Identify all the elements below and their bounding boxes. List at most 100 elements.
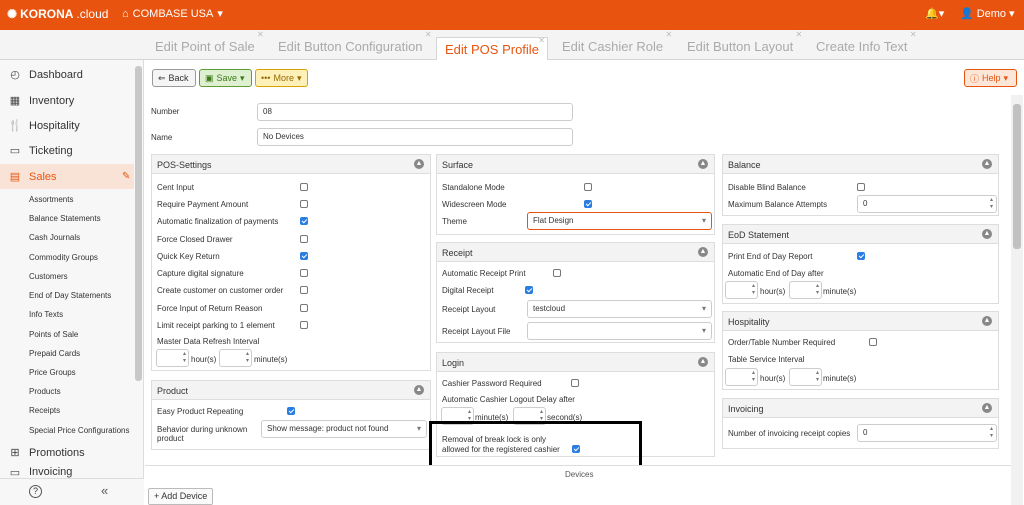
help-circle-icon[interactable]: ? <box>29 485 42 498</box>
close-icon[interactable]: ✕ <box>796 30 803 39</box>
tab-edit-button-configuration[interactable]: Edit Button Configuration ✕ <box>278 30 432 54</box>
sidebar-subitem-customers[interactable]: Customers <box>29 272 68 281</box>
digital-receipt-checkbox[interactable] <box>525 286 533 294</box>
auto-receipt-print-checkbox[interactable] <box>553 269 561 277</box>
user-menu[interactable]: 👤 Demo ▾ <box>960 7 1015 21</box>
name-input[interactable]: No Devices <box>257 128 573 146</box>
main-scrollbar[interactable] <box>1011 95 1023 505</box>
table-service-minutes-stepper[interactable] <box>789 368 822 386</box>
tab-edit-pos-profile[interactable]: Edit POS Profile ✕ <box>436 36 548 61</box>
close-icon[interactable]: ✕ <box>910 30 917 39</box>
help-button[interactable]: ⓘ Help ▾ <box>964 69 1017 87</box>
refresh-hours-stepper[interactable] <box>156 349 189 367</box>
sidebar-subitem-balance-statements[interactable]: Balance Statements <box>29 214 101 223</box>
collapse-icon[interactable]: ▲ <box>982 403 992 413</box>
sidebar-subitem-assortments[interactable]: Assortments <box>29 195 73 204</box>
sidebar-item-inventory[interactable]: ▦ Inventory <box>0 88 134 113</box>
cent-input-checkbox[interactable] <box>300 183 308 191</box>
sidebar-item-promotions[interactable]: ⊞ Promotions <box>0 440 134 465</box>
sidebar-item-invoicing[interactable]: ▭ Invoicing <box>0 466 134 478</box>
balance-header[interactable]: Balance ▲ <box>723 155 998 174</box>
close-icon[interactable]: ✕ <box>538 36 545 45</box>
sidebar-subitem-commodity-groups[interactable]: Commodity Groups <box>29 253 98 262</box>
number-input[interactable]: 08 <box>257 103 573 121</box>
collapse-icon[interactable]: ▲ <box>698 159 708 169</box>
max-balance-attempts-input[interactable]: 0 <box>857 195 997 213</box>
sidebar-subitem-special-price-configurations[interactable]: Special Price Configurations <box>29 426 130 435</box>
create-customer-checkbox[interactable] <box>300 286 308 294</box>
invoicing-copies-input[interactable]: 0 <box>857 424 997 442</box>
eod-minutes-stepper[interactable] <box>789 281 822 299</box>
sidebar-scrollbar[interactable] <box>135 66 142 381</box>
close-icon[interactable]: ✕ <box>425 30 432 39</box>
capture-signature-checkbox[interactable] <box>300 269 308 277</box>
collapse-icon[interactable]: ▲ <box>982 159 992 169</box>
sidebar-subitem-info-texts[interactable]: Info Texts <box>29 310 63 319</box>
company-selector[interactable]: ⌂ COMBASE USA ▾ <box>122 7 223 21</box>
theme-select[interactable]: Flat Design <box>527 212 712 230</box>
sidebar-item-sales[interactable]: ▤ Sales ✎ <box>0 164 134 189</box>
sidebar-subitem-receipts[interactable]: Receipts <box>29 406 60 415</box>
eod-header[interactable]: EoD Statement ▲ <box>723 225 998 244</box>
collapse-icon[interactable]: ▲ <box>698 247 708 257</box>
print-eod-checkbox[interactable] <box>857 252 865 260</box>
sidebar-item-hospitality[interactable]: 🍴 Hospitality <box>0 113 134 138</box>
collapse-icon[interactable]: ▲ <box>414 385 424 395</box>
sidebar-subitem-cash-journals[interactable]: Cash Journals <box>29 233 80 242</box>
close-icon[interactable]: ✕ <box>665 30 672 39</box>
auto-finalization-checkbox[interactable] <box>300 217 308 225</box>
collapse-icon[interactable]: ▲ <box>982 316 992 326</box>
back-button[interactable]: ⇐ Back <box>152 69 196 87</box>
limit-receipt-parking-checkbox[interactable] <box>300 321 308 329</box>
order-table-checkbox[interactable] <box>869 338 877 346</box>
receipt-layout-select[interactable]: testcloud <box>527 300 712 318</box>
widescreen-mode-checkbox[interactable] <box>584 200 592 208</box>
disable-blind-balance-checkbox[interactable] <box>857 183 865 191</box>
korona-logo[interactable]: ✺ KORONA .cloud <box>7 7 108 21</box>
sidebar-subitem-products[interactable]: Products <box>29 387 61 396</box>
quick-key-return-checkbox[interactable] <box>300 252 308 260</box>
force-return-reason-checkbox[interactable] <box>300 304 308 312</box>
eod-panel: EoD Statement ▲ Print End of Day Report A… <box>722 224 999 304</box>
collapse-icon[interactable]: ▲ <box>698 357 708 367</box>
eod-hours-stepper[interactable] <box>725 281 758 299</box>
sidebar-item-dashboard[interactable]: ◴ Dashboard <box>0 62 134 87</box>
close-icon[interactable]: ✕ <box>257 30 264 39</box>
login-header[interactable]: Login ▲ <box>437 353 714 372</box>
sidebar-subitem-price-groups[interactable]: Price Groups <box>29 368 76 377</box>
refresh-minutes-stepper[interactable] <box>219 349 252 367</box>
collapse-sidebar-icon[interactable]: « <box>101 483 108 498</box>
standalone-mode-checkbox[interactable] <box>584 183 592 191</box>
tab-edit-button-layout[interactable]: Edit Button Layout ✕ <box>687 30 802 54</box>
collapse-icon[interactable]: ▲ <box>414 159 424 169</box>
table-service-hours-stepper[interactable] <box>725 368 758 386</box>
tab-create-info-text[interactable]: Create Info Text ✕ <box>816 30 917 54</box>
force-closed-drawer-checkbox[interactable] <box>300 235 308 243</box>
easy-repeat-checkbox[interactable] <box>287 407 295 415</box>
hospitality-header[interactable]: Hospitality ▲ <box>723 312 998 331</box>
sidebar-subitem-points-of-sale[interactable]: Points of Sale <box>29 330 78 339</box>
product-header[interactable]: Product ▲ <box>152 381 430 400</box>
invoicing-header[interactable]: Invoicing ▲ <box>723 399 998 418</box>
tab-edit-point-of-sale[interactable]: Edit Point of Sale ✕ <box>155 30 264 54</box>
require-payment-amount-checkbox[interactable] <box>300 200 308 208</box>
cashier-password-checkbox[interactable] <box>571 379 579 387</box>
order-table-label: Order/Table Number Required <box>728 338 836 347</box>
surface-header[interactable]: Surface ▲ <box>437 155 714 174</box>
tab-edit-cashier-role[interactable]: Edit Cashier Role ✕ <box>562 30 672 54</box>
collapse-icon[interactable]: ▲ <box>982 229 992 239</box>
sidebar-subitem-prepaid-cards[interactable]: Prepaid Cards <box>29 349 80 358</box>
receipt-header[interactable]: Receipt ▲ <box>437 243 714 262</box>
receipt-layout-file-select[interactable] <box>527 322 712 340</box>
add-device-button[interactable]: + Add Device <box>148 488 214 505</box>
unknown-product-behavior-select[interactable]: Show message: product not found <box>261 420 427 438</box>
number-label: Number <box>151 107 180 116</box>
edit-pencil-icon[interactable]: ✎ <box>122 171 130 182</box>
sidebar-item-ticketing[interactable]: ▭ Ticketing <box>0 138 134 163</box>
sidebar-subitem-end-of-day-statements[interactable]: End of Day Statements <box>29 291 111 300</box>
scrollbar-thumb[interactable] <box>1013 104 1021 249</box>
pos-settings-header[interactable]: POS-Settings ▲ <box>152 155 430 174</box>
more-button[interactable]: ••• More ▾ <box>255 69 308 87</box>
notifications-bell-icon[interactable]: 🔔▾ <box>925 7 944 20</box>
save-button[interactable]: ▣ Save ▾ <box>199 69 252 87</box>
